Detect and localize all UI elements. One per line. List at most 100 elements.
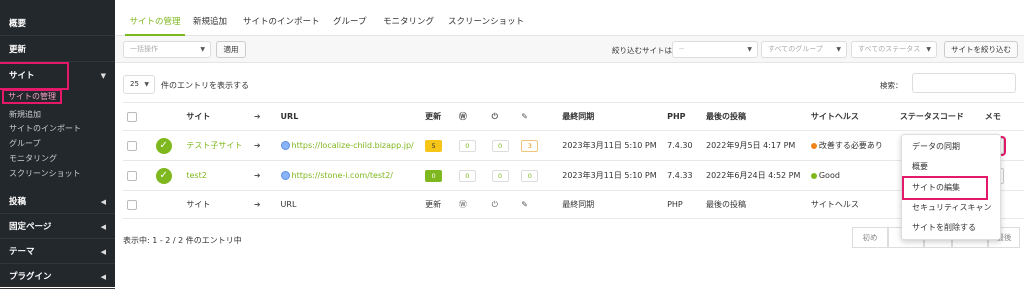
site-url-link[interactable]: https://stone-i.com/test2/ <box>292 171 393 180</box>
column-header[interactable]: メモ <box>980 102 1024 131</box>
tab-import[interactable]: サイトのインポート <box>243 0 320 36</box>
filter-group-select[interactable]: すべてのグループ ▼ <box>761 41 847 58</box>
caret-down-icon: ▼ <box>100 72 106 80</box>
menu-item-edit-site[interactable]: サイトの編集 <box>902 176 988 200</box>
sidebar-item-posts[interactable]: 投稿 ◀ <box>0 190 115 214</box>
theme-updates-badge[interactable]: 3 <box>521 139 539 152</box>
wordpress-icon: Ⓦ <box>458 112 467 121</box>
table-header: サイト ➜ URL 更新 Ⓦ ⏻ ✎ 最終同期 PHP 最後の投稿 サイトヘルス… <box>123 102 1024 131</box>
table-footer: サイト ➜ URL 更新 Ⓦ ⏻ ✎ 最終同期 PHP 最後の投稿 サイトヘルス… <box>123 190 1024 219</box>
sidebar-sub-manage-sites[interactable]: サイトの管理 <box>2 89 62 104</box>
last-sync: 2023年3月11日 5:10 PM <box>558 160 664 191</box>
filter-site-select[interactable]: -- ▼ <box>672 41 758 58</box>
column-footer: 更新 <box>421 190 455 219</box>
caret-left-icon: ◀ <box>100 273 106 281</box>
row-actions-menu: データの同期 概要 サイトの編集 セキュリティスキャン サイトを削除する <box>901 134 1001 240</box>
sidebar-item-label: プラグイン <box>9 272 52 282</box>
entries-count-value: 25 <box>130 80 139 88</box>
theme-updates-badge[interactable]: 0 <box>521 169 539 182</box>
sidebar-sub-monitoring[interactable]: モニタリング <box>9 153 57 164</box>
caret-down-icon: ▼ <box>836 46 841 53</box>
table-row: ✓ テスト子サイト ➜ https://localize-child.bizap… <box>123 130 1024 161</box>
updates-badge[interactable]: 0 <box>425 169 443 182</box>
caret-down-icon: ▼ <box>926 46 931 53</box>
sidebar-item-themes[interactable]: テーマ ◀ <box>0 240 115 264</box>
sidebar-item-sites[interactable]: サイト <box>0 62 69 90</box>
sidebar-item-plugins[interactable]: プラグイン ◀ <box>0 265 115 289</box>
bulk-action-value: 一括操作 <box>130 45 158 53</box>
php-version: 7.4.33 <box>663 160 702 191</box>
caret-down-icon: ▼ <box>144 81 149 88</box>
entries-label: 件のエントリを表示する <box>161 81 249 90</box>
sidebar-sub-add-new[interactable]: 新規追加 <box>9 109 41 120</box>
site-name-link[interactable]: テスト子サイト <box>182 130 250 161</box>
sidebar-sub-screenshots[interactable]: スクリーンショット <box>9 168 81 179</box>
filter-status-select[interactable]: すべてのステータス ▼ <box>851 41 937 58</box>
menu-item-overview[interactable]: 概要 <box>902 157 1002 177</box>
globe-icon <box>280 171 290 180</box>
plugin-updates-badge[interactable]: 0 <box>491 169 509 182</box>
sidebar-item-updates[interactable]: 更新 <box>0 38 115 62</box>
entries-per-page-select[interactable]: 25 ▼ <box>123 75 155 94</box>
column-header[interactable]: URL <box>276 102 422 131</box>
sidebar-item-pages[interactable]: 固定ページ ◀ <box>0 215 115 239</box>
search-input[interactable] <box>912 73 1016 93</box>
health-dot <box>810 142 817 149</box>
caret-left-icon: ◀ <box>100 248 106 256</box>
tab-groups[interactable]: グループ <box>333 0 367 36</box>
column-header[interactable]: ステータスコード <box>895 102 981 131</box>
plugin-icon: ⏻ <box>491 199 498 209</box>
caret-left-icon: ◀ <box>100 198 106 206</box>
search-label: 検索： <box>880 81 903 90</box>
tab-monitoring[interactable]: モニタリング <box>383 0 434 36</box>
column-header[interactable]: 更新 <box>421 102 455 131</box>
filter-group-value: すべてのグループ <box>768 45 823 53</box>
column-header[interactable]: 最後の投稿 <box>702 102 807 131</box>
wp-updates-badge[interactable]: 0 <box>458 169 476 182</box>
column-header[interactable]: 最終同期 <box>558 102 664 131</box>
apply-button[interactable]: 適用 <box>216 41 246 58</box>
sign-in-icon[interactable]: ➜ <box>254 141 261 150</box>
plugin-updates-badge[interactable]: 0 <box>491 139 509 152</box>
updates-badge[interactable]: 5 <box>425 139 443 152</box>
sign-in-icon[interactable]: ➜ <box>254 171 261 180</box>
brush-icon: ✎ <box>521 200 528 209</box>
column-header[interactable]: PHP <box>663 102 702 131</box>
site-name-link[interactable]: test2 <box>182 160 250 191</box>
last-post: 2022年6月24日 4:52 PM <box>702 160 807 191</box>
php-version: 7.4.30 <box>663 130 702 161</box>
column-footer: PHP <box>663 190 702 219</box>
sidebar-item-label: 概要 <box>9 19 27 29</box>
tab-screenshots[interactable]: スクリーンショット <box>448 0 524 36</box>
sidebar-sub-import[interactable]: サイトのインポート <box>9 123 81 134</box>
wp-updates-badge[interactable]: 0 <box>458 139 476 152</box>
sidebar-item-overview[interactable]: 概要 <box>0 12 115 36</box>
menu-item-delete-site[interactable]: サイトを削除する <box>902 218 1002 238</box>
bulk-action-select[interactable]: 一括操作 ▼ <box>123 41 211 58</box>
sidebar-item-label: 更新 <box>9 45 27 55</box>
select-all-checkbox[interactable] <box>127 199 137 210</box>
filter-sites-button[interactable]: サイトを絞り込む <box>944 41 1018 58</box>
pager-first-button[interactable]: 初め <box>852 227 888 248</box>
sidebar-sub-groups[interactable]: グループ <box>9 138 41 149</box>
sidebar-item-label: サイト <box>9 71 35 81</box>
caret-down-icon: ▼ <box>200 46 205 53</box>
last-sync: 2023年3月11日 5:10 PM <box>558 130 664 161</box>
toolbar: 一括操作 ▼ 適用 絞り込むサイトは： -- ▼ すべてのグループ ▼ すべてのステー… <box>115 36 1024 63</box>
menu-item-security-scan[interactable]: セキュリティスキャン <box>902 198 1002 218</box>
tab-manage-sites[interactable]: サイトの管理 <box>125 0 185 36</box>
sidebar-sites-caret[interactable]: ▼ <box>67 64 115 88</box>
column-footer: 最後の投稿 <box>702 190 807 219</box>
last-post: 2022年9月5日 4:17 PM <box>702 130 807 161</box>
column-footer: サイトヘルス <box>806 190 896 219</box>
menu-item-sync[interactable]: データの同期 <box>902 137 1002 157</box>
row-checkbox[interactable] <box>127 140 137 151</box>
column-header[interactable]: サイトヘルス <box>806 102 896 131</box>
column-header[interactable]: サイト <box>182 102 250 131</box>
column-footer: URL <box>276 190 422 219</box>
site-url-link[interactable]: https://localize-child.bizapp.jp/ <box>292 141 414 150</box>
sidebar-item-label: 固定ページ <box>9 222 52 232</box>
tab-add-new[interactable]: 新規追加 <box>193 0 227 36</box>
select-all-checkbox[interactable] <box>127 111 137 122</box>
row-checkbox[interactable] <box>127 170 137 181</box>
